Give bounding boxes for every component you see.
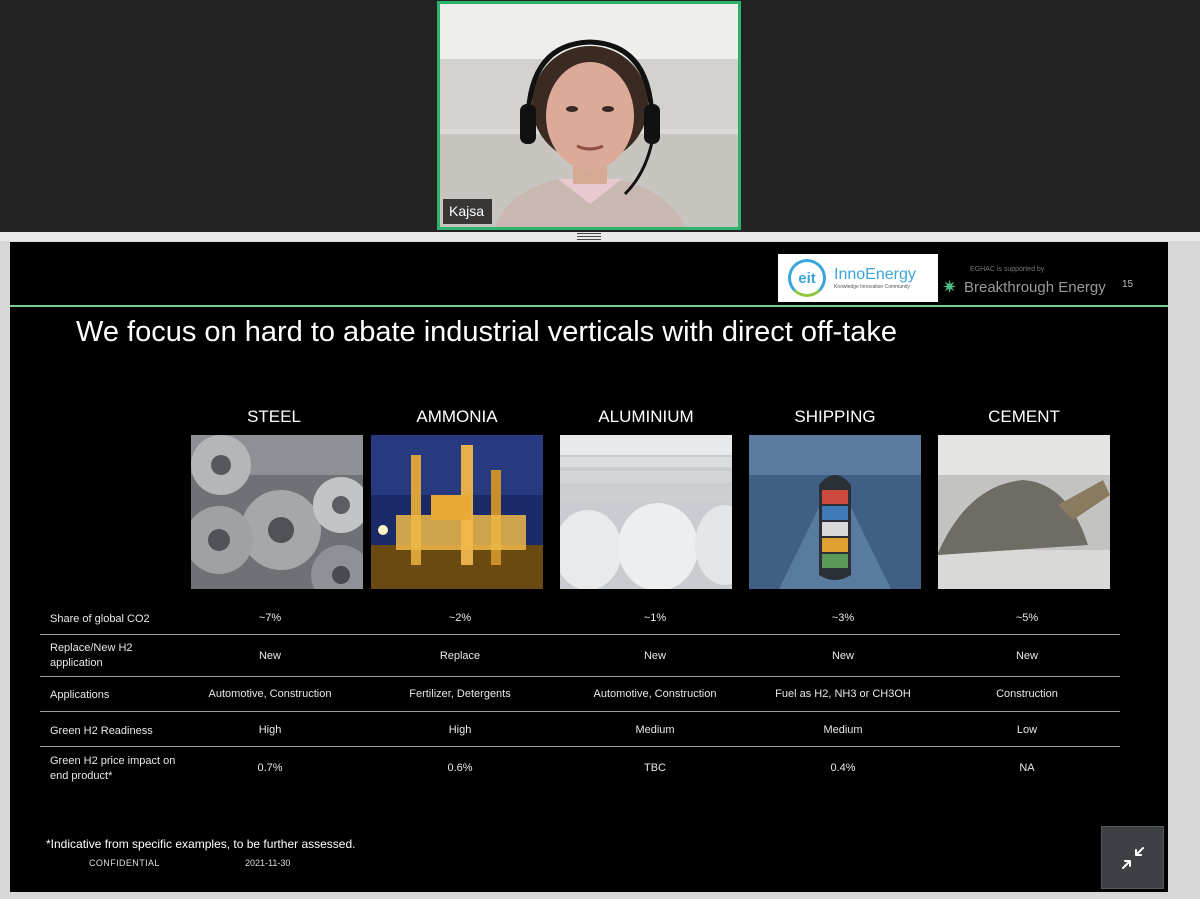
cell-ammonia-readiness: High xyxy=(448,724,472,736)
collapse-arrows-icon xyxy=(1121,846,1144,869)
be-text: Breakthrough Energy xyxy=(964,279,1106,296)
eit-logo-icon: eit xyxy=(788,259,826,297)
cell-cement-replace: New xyxy=(1015,650,1038,662)
cell-shipping-applications: Fuel as H2, NH3 or CH3OH xyxy=(775,688,911,700)
cell-steel-price: 0.7% xyxy=(257,762,283,774)
column-head-shipping: SHIPPING xyxy=(794,407,876,426)
row-label-applications: Applications xyxy=(50,689,110,701)
presentation-slide: eit InnoEnergy Knowledge Innovation Comm… xyxy=(10,242,1168,892)
cell-aluminium-co2: ~1% xyxy=(643,612,667,624)
ammonia-image xyxy=(371,435,543,589)
cell-aluminium-applications: Automotive, Construction xyxy=(593,688,717,700)
cell-aluminium-price: TBC xyxy=(644,762,666,774)
row-divider xyxy=(40,746,1120,747)
participant-video-feed xyxy=(440,4,738,227)
cell-cement-co2: ~5% xyxy=(1015,612,1039,624)
exit-fullscreen-button[interactable] xyxy=(1101,826,1164,889)
cement-image xyxy=(938,435,1110,589)
shared-screen-area: eit InnoEnergy Knowledge Innovation Comm… xyxy=(0,241,1200,899)
cell-ammonia-co2: ~2% xyxy=(448,612,472,624)
participant-gallery: Kajsa xyxy=(0,0,1200,232)
row-divider xyxy=(40,711,1120,712)
cell-steel-readiness: High xyxy=(258,724,282,736)
cell-steel-applications: Automotive, Construction xyxy=(208,688,332,700)
cell-ammonia-applications: Fertilizer, Detergents xyxy=(409,688,511,700)
steel-image xyxy=(191,435,363,589)
cell-shipping-replace: New xyxy=(831,650,854,662)
cell-steel-co2: ~7% xyxy=(258,612,282,624)
cell-aluminium-replace: New xyxy=(643,650,666,662)
column-head-steel: STEEL xyxy=(247,407,301,426)
row-label-readiness: Green H2 Readiness xyxy=(50,725,153,737)
row-divider xyxy=(40,676,1120,677)
header-rule xyxy=(10,305,1168,307)
innoenergy-title: InnoEnergy xyxy=(834,266,916,283)
confidential-label: CONFIDENTIAL xyxy=(89,858,160,868)
row-label-price-impact: Green H2 price impact on end product* xyxy=(50,755,176,782)
resize-handle[interactable] xyxy=(577,232,601,241)
slide-title: We focus on hard to abate industrial ver… xyxy=(76,316,898,348)
slide-page-number: 15 xyxy=(1122,279,1134,290)
cell-cement-applications: Construction xyxy=(996,688,1058,700)
cell-shipping-price: 0.4% xyxy=(830,762,856,774)
be-burst-icon: ✷ xyxy=(942,277,958,297)
be-supported-by: EGHAC is supported by xyxy=(970,266,1045,273)
cell-shipping-co2: ~3% xyxy=(831,612,855,624)
row-label-co2-share: Share of global CO2 xyxy=(50,613,150,625)
row-divider xyxy=(40,634,1120,635)
slide-date: 2021-11-30 xyxy=(245,858,291,868)
shipping-image xyxy=(749,435,921,589)
cell-ammonia-price: 0.6% xyxy=(447,762,473,774)
slide-footnote: *Indicative from specific examples, to b… xyxy=(46,837,356,851)
aluminium-image xyxy=(560,435,732,589)
cell-cement-price: NA xyxy=(1019,762,1035,774)
breakthrough-energy-logo: EGHAC is supported by ✷ Breakthrough Ene… xyxy=(942,264,1132,300)
cell-ammonia-replace: Replace xyxy=(439,650,481,662)
participant-video-tile[interactable]: Kajsa xyxy=(437,1,741,230)
row-label-replace-new: Replace/New H2 application xyxy=(50,642,133,669)
innoenergy-subtitle: Knowledge Innovation Community xyxy=(834,284,910,290)
participant-name-label: Kajsa xyxy=(443,199,493,224)
column-head-cement: CEMENT xyxy=(988,407,1060,426)
cell-steel-replace: New xyxy=(258,650,281,662)
cell-cement-readiness: Low xyxy=(1016,724,1038,736)
column-head-ammonia: AMMONIA xyxy=(416,407,498,426)
cell-aluminium-readiness: Medium xyxy=(635,724,675,736)
cell-shipping-readiness: Medium xyxy=(823,724,863,736)
column-head-aluminium: ALUMINIUM xyxy=(598,407,694,426)
innoenergy-logo: eit InnoEnergy Knowledge Innovation Comm… xyxy=(778,254,938,302)
